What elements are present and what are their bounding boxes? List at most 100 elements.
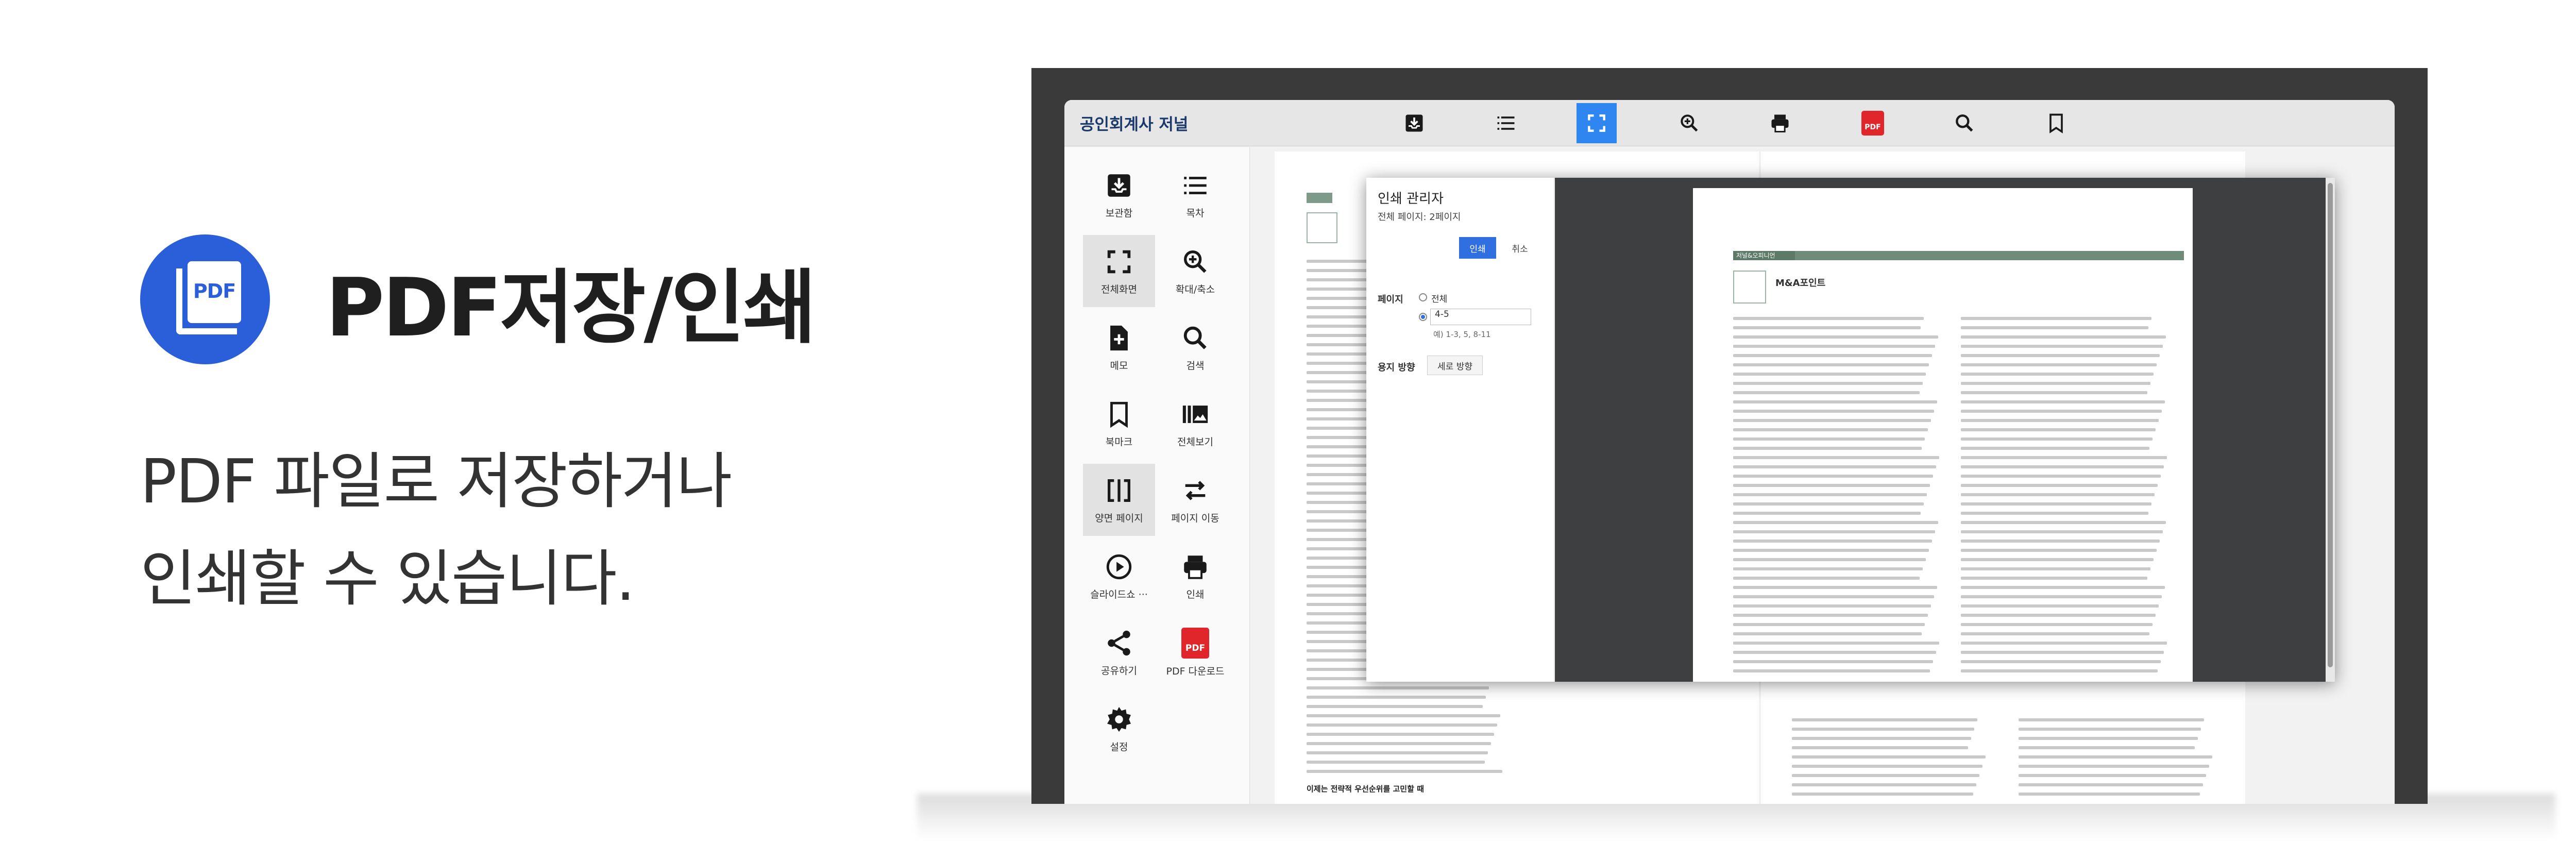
sidebar-item-share[interactable]: 공유하기 (1083, 616, 1155, 688)
pdf-icon: PDF (1861, 111, 1884, 136)
sidebar-item-zoom[interactable]: 확대/축소 (1159, 235, 1231, 307)
dialog-title: 인쇄 관리자 (1378, 191, 1444, 207)
double-page-icon (1108, 479, 1130, 502)
text-line (1733, 400, 1937, 403)
share-icon (1108, 630, 1130, 655)
text-line (1733, 660, 1933, 663)
swap-arrows-icon (1185, 480, 1206, 500)
text-line (1961, 335, 2166, 339)
zoom-in-icon (1681, 114, 1698, 132)
text-line (1961, 540, 2160, 543)
fullscreen-icon (1107, 250, 1131, 273)
radio-page-range[interactable] (1419, 313, 1427, 321)
scrollbar-thumb[interactable] (2328, 183, 2333, 667)
zoom-in-icon (1184, 250, 1207, 273)
sidebar-item-bookmark[interactable]: 북마크 (1083, 388, 1155, 460)
sidebar-item-slideshow[interactable]: 슬라이드쇼 ··· (1083, 540, 1155, 612)
text-line (2019, 746, 2195, 749)
text-line (1961, 484, 2158, 487)
cancel-button[interactable]: 취소 (1501, 237, 1538, 259)
range-hint: 예) 1-3, 5, 8-11 (1433, 330, 1491, 339)
text-line (1733, 512, 1921, 515)
text-line (1961, 558, 2154, 561)
search-button[interactable] (1944, 103, 1985, 143)
sidebar-item-label: PDF 다운로드 (1166, 665, 1225, 677)
text-line (1961, 363, 2157, 366)
sidebar-item-label: 설정 (1110, 741, 1128, 753)
text-line (1307, 733, 1494, 736)
text-line (1307, 705, 1483, 708)
text-line (1733, 447, 1922, 450)
text-line (1733, 363, 1929, 366)
description-line-1: PDF 파일로 저장하거나 (140, 446, 732, 517)
pdf-file-icon: PDF (140, 234, 270, 364)
text-line (1961, 447, 2149, 450)
text-line (1961, 586, 2165, 589)
text-line (1961, 530, 2163, 533)
orientation-select[interactable]: 세로 방향 (1427, 356, 1483, 375)
radio-all-pages[interactable] (1419, 293, 1427, 301)
sidebar-item-fullscreen[interactable]: 전체화면 (1083, 235, 1155, 307)
bookmark-button[interactable] (2036, 103, 2076, 143)
text-line (1792, 793, 1973, 796)
fullscreen-button[interactable] (1577, 103, 1617, 143)
sidebar-item-memo[interactable]: 메모 (1083, 311, 1155, 383)
text-line (1733, 521, 1938, 524)
sidebar-item-double-page[interactable]: 양면 페이지 (1083, 464, 1155, 536)
total-pages: 전체 페이지: 2페이지 (1378, 212, 1461, 223)
zoom-button[interactable] (1669, 103, 1709, 143)
orientation-label: 용지 방향 (1378, 362, 1415, 373)
sidebar-item-overview[interactable]: 전체보기 (1159, 388, 1231, 460)
illustration (1307, 212, 1337, 243)
text-line (1792, 737, 1971, 740)
gear-icon (1107, 706, 1131, 732)
sidebar-item-library[interactable]: 보관함 (1083, 159, 1155, 231)
sidebar-item-settings[interactable]: 설정 (1083, 693, 1155, 765)
sidebar-item-label: 전체화면 (1101, 283, 1137, 295)
sidebar-item-label: 검색 (1186, 360, 1205, 372)
sidebar-item-toc[interactable]: 목차 (1159, 159, 1231, 231)
toc-button[interactable] (1486, 103, 1526, 143)
pdf-sheet: PDF (188, 261, 241, 323)
text-line (1733, 428, 1928, 431)
text-line (1307, 686, 1489, 689)
sidebar-item-print[interactable]: 인쇄 (1159, 540, 1231, 612)
text-line (1961, 326, 2148, 329)
preview-scrollbar[interactable] (2326, 178, 2335, 682)
text-line (1961, 456, 2167, 459)
text-line (1733, 530, 1935, 533)
text-line (1961, 410, 2162, 413)
text-line (2019, 774, 2206, 777)
sidebar-item-label: 슬라이드쇼 ··· (1090, 588, 1148, 600)
sidebar-item-pdf-download[interactable]: PDF PDF 다운로드 (1159, 616, 1231, 688)
sidebar-item-label: 보관함 (1105, 207, 1133, 219)
text-line (1733, 345, 1935, 348)
top-toolbar: 공인회계사 저널 PDF (1064, 100, 2395, 146)
save-box-button[interactable] (1394, 103, 1434, 143)
sidebar-item-page-move[interactable]: 페이지 이동 (1159, 464, 1231, 536)
print-icon (1771, 114, 1789, 132)
sidebar-item-search[interactable]: 검색 (1159, 311, 1231, 383)
sidebar-item-label: 확대/축소 (1175, 283, 1215, 295)
print-button[interactable] (1760, 103, 1800, 143)
text-line (1733, 642, 1939, 645)
text-line (1733, 373, 1926, 376)
page-range-input[interactable]: 4-5 (1430, 309, 1531, 325)
text-line (1733, 651, 1936, 654)
text-line (1733, 586, 1937, 589)
pdf-button[interactable]: PDF (1853, 103, 1893, 143)
sidebar-item-label: 공유하기 (1101, 665, 1137, 677)
text-line (1733, 540, 1932, 543)
print-manager-dialog: 인쇄 관리자 전체 페이지: 2페이지 인쇄 취소 페이지 전체 4-5 예) … (1366, 178, 2335, 682)
text-line (1961, 382, 2150, 385)
text-line (1733, 549, 1929, 552)
text-line (1307, 742, 1491, 745)
text-line (1792, 746, 1968, 749)
text-line (2019, 755, 2212, 759)
bookmark-icon (1110, 401, 1128, 428)
text-line (2019, 765, 2209, 768)
print-confirm-button[interactable]: 인쇄 (1459, 237, 1496, 259)
text-line (1961, 428, 2156, 431)
text-line (2019, 783, 2203, 786)
text-line (2019, 793, 2200, 796)
